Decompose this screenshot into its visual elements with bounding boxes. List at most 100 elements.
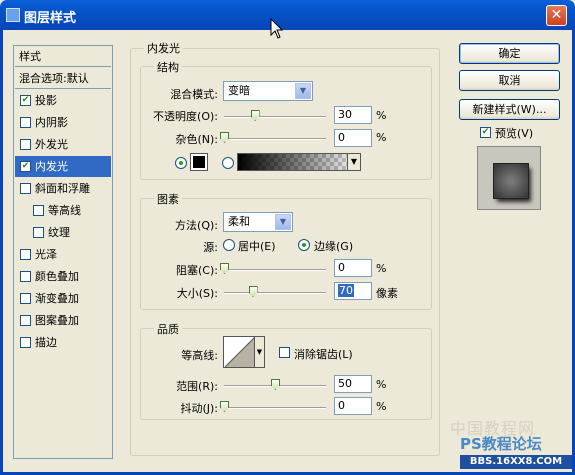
source-center-label[interactable]: 居中(E) xyxy=(238,238,276,254)
gradient-radio[interactable] xyxy=(222,157,234,169)
sidebar-item[interactable]: 图案叠加 xyxy=(15,310,111,331)
preview-checkbox[interactable]: ✔ xyxy=(480,127,491,138)
blend-mode-value: 变暗 xyxy=(228,84,250,97)
sidebar-item[interactable]: 等高线 xyxy=(15,200,111,221)
chevron-down-icon: ▼ xyxy=(275,214,291,230)
sidebar-item-checkbox[interactable] xyxy=(20,293,31,304)
range-input[interactable]: 50 xyxy=(334,375,372,393)
sidebar-item-label: 渐变叠加 xyxy=(35,292,79,305)
size-slider-track[interactable] xyxy=(224,292,326,294)
solid-color-radio[interactable] xyxy=(175,157,187,169)
chevron-down-icon: ▼ xyxy=(295,83,311,99)
source-label: 源: xyxy=(203,241,218,254)
sidebar-item[interactable]: 颜色叠加 xyxy=(15,266,111,287)
sidebar-item[interactable]: ✔ 内发光 xyxy=(15,156,111,177)
sidebar-item-checkbox[interactable] xyxy=(33,205,44,216)
mouse-cursor-icon xyxy=(270,18,284,39)
window-title: 图层样式 xyxy=(24,11,77,26)
watermark-url: BBS.16XX8.COM xyxy=(460,455,572,469)
jitter-label: 抖动(J): xyxy=(180,402,218,415)
contour-label: 等高线: xyxy=(181,349,218,362)
sidebar-item-label: 纹理 xyxy=(48,226,70,239)
cancel-button[interactable]: 取消 xyxy=(459,70,560,91)
sidebar-item-checkbox[interactable] xyxy=(33,227,44,238)
sidebar-item-label: 颜色叠加 xyxy=(35,270,79,283)
source-edge-radio[interactable] xyxy=(298,239,310,251)
title-bar xyxy=(0,0,575,30)
sidebar-item-checkbox[interactable] xyxy=(20,117,31,128)
blend-mode-select[interactable]: 变暗 ▼ xyxy=(223,81,313,101)
glow-color-swatch[interactable] xyxy=(190,153,208,171)
antialias-checkbox[interactable] xyxy=(279,347,290,358)
jitter-slider-track[interactable] xyxy=(224,407,326,409)
sidebar-item-checkbox[interactable] xyxy=(20,337,31,348)
sidebar-item-checkbox[interactable]: ✔ xyxy=(20,95,31,106)
antialias-label[interactable]: 消除锯齿(L) xyxy=(294,346,353,362)
style-preview-thumbnail xyxy=(477,146,541,210)
sidebar-item-label: 图案叠加 xyxy=(35,314,79,327)
noise-label: 杂色(N): xyxy=(175,133,218,146)
sidebar-item-checkbox[interactable] xyxy=(20,249,31,260)
choke-input[interactable]: 0 xyxy=(334,259,372,277)
elements-title: 图素 xyxy=(154,191,182,207)
contour-picker[interactable]: ▼ xyxy=(223,336,265,368)
size-input[interactable]: 70 xyxy=(334,282,372,300)
jitter-unit: % xyxy=(376,400,387,413)
sidebar-item-checkbox[interactable] xyxy=(20,271,31,282)
app-icon xyxy=(6,8,20,22)
styles-header[interactable]: 样式 xyxy=(15,46,111,67)
sidebar-item[interactable]: 光泽 xyxy=(15,244,111,265)
choke-unit: % xyxy=(376,262,387,275)
gradient-picker[interactable]: ▼ xyxy=(237,153,361,171)
sidebar-item[interactable]: 纹理 xyxy=(15,222,111,243)
gradient-dropdown-icon: ▼ xyxy=(347,154,360,170)
sidebar-item[interactable]: ✔ 投影 xyxy=(15,90,111,111)
sidebar-item[interactable]: 外发光 xyxy=(15,134,111,155)
watermark-site: PS教程论坛 xyxy=(460,435,542,453)
method-select[interactable]: 柔和 ▼ xyxy=(223,212,293,232)
noise-unit: % xyxy=(376,131,387,144)
sidebar-item-checkbox[interactable] xyxy=(20,183,31,194)
range-label: 范围(R): xyxy=(176,380,218,393)
noise-input[interactable]: 0 xyxy=(334,129,372,147)
quality-title: 品质 xyxy=(154,321,182,337)
new-style-button[interactable]: 新建样式(W)... xyxy=(459,99,560,120)
opacity-input[interactable]: 30 xyxy=(334,106,372,124)
size-unit: 像素 xyxy=(376,287,398,300)
sidebar-item-label: 描边 xyxy=(35,336,57,349)
contour-curve-icon xyxy=(225,337,255,367)
method-value: 柔和 xyxy=(228,215,250,228)
sidebar-item-checkbox[interactable]: ✔ xyxy=(20,161,31,172)
styles-list: 样式 混合选项:默认 ✔ 投影内阴影外发光 ✔ 内发光斜面和浮雕等高线纹理光泽颜色叠加… xyxy=(13,45,113,459)
sidebar-item-label: 斜面和浮雕 xyxy=(35,182,90,195)
method-label: 方法(Q): xyxy=(175,219,218,232)
choke-slider-track[interactable] xyxy=(224,269,326,271)
opacity-unit: % xyxy=(376,109,387,122)
sidebar-item-checkbox[interactable] xyxy=(20,139,31,150)
source-edge-label[interactable]: 边缘(G) xyxy=(314,238,353,254)
sidebar-item-label: 内阴影 xyxy=(35,116,68,129)
size-label: 大小(S): xyxy=(176,287,218,300)
jitter-input[interactable]: 0 xyxy=(334,397,372,415)
range-unit: % xyxy=(376,378,387,391)
source-center-radio[interactable] xyxy=(223,239,235,251)
preview-label[interactable]: 预览(V) xyxy=(495,125,533,141)
close-button[interactable]: ✕ xyxy=(546,5,567,26)
opacity-label: 不透明度(O): xyxy=(153,110,218,123)
blend-options-item[interactable]: 混合选项:默认 xyxy=(15,68,111,89)
choke-label: 阻塞(C): xyxy=(176,264,218,277)
sidebar-item[interactable]: 描边 xyxy=(15,332,111,353)
contour-dropdown-icon: ▼ xyxy=(254,337,264,367)
ok-button[interactable]: 确定 xyxy=(459,43,560,64)
blend-mode-label: 混合模式: xyxy=(170,88,218,101)
sidebar-item[interactable]: 渐变叠加 xyxy=(15,288,111,309)
noise-slider-track[interactable] xyxy=(224,138,326,140)
sidebar-item[interactable]: 内阴影 xyxy=(15,112,111,133)
sidebar-item-label: 外发光 xyxy=(35,138,68,151)
sidebar-item-label: 光泽 xyxy=(35,248,57,261)
sidebar-item[interactable]: 斜面和浮雕 xyxy=(15,178,111,199)
opacity-slider-track[interactable] xyxy=(224,116,326,118)
sidebar-item-checkbox[interactable] xyxy=(20,315,31,326)
inner-glow-title: 内发光 xyxy=(144,40,183,56)
sidebar-item-label: 投影 xyxy=(35,94,57,107)
